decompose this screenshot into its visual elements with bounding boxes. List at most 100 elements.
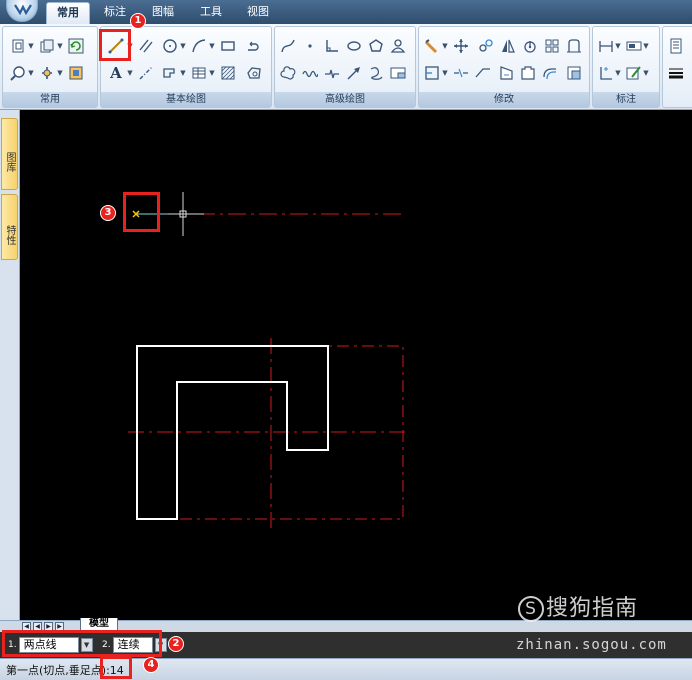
refresh-icon[interactable] xyxy=(67,37,85,55)
polyline-tool-icon[interactable] xyxy=(245,37,263,55)
ribbon-group-dimension: ▼ ▼ ▼ ▼ 标注 xyxy=(592,26,660,108)
dimension-style-dropdown-icon[interactable]: ▼ xyxy=(643,37,649,55)
trim-dropdown-icon[interactable]: ▼ xyxy=(442,64,448,82)
step-badge-4: 4 xyxy=(143,657,159,673)
circle-tool-dropdown-icon[interactable]: ▼ xyxy=(180,37,186,55)
arrow-tool-icon[interactable] xyxy=(345,64,363,82)
eraser-icon[interactable] xyxy=(423,37,441,55)
title-block-icon[interactable] xyxy=(389,64,407,82)
group-title-dimension: 标注 xyxy=(593,92,659,107)
properties-panel-label: 特性 xyxy=(4,225,15,245)
open-file-dropdown-icon[interactable]: ▼ xyxy=(57,37,63,55)
group-title-basic-drawing: 基本绘图 xyxy=(101,92,271,107)
linear-dimension-icon[interactable] xyxy=(597,37,615,55)
sogou-watermark: S 搜狗指南 xyxy=(518,590,638,622)
step-badge-1: 1 xyxy=(130,13,146,29)
fillet-icon[interactable] xyxy=(497,64,515,82)
app-logo-icon xyxy=(14,4,32,15)
ribbon-group-modify: ▼ ▼ 修改 xyxy=(418,26,590,108)
open-file-icon[interactable] xyxy=(38,37,56,55)
tab-sheet[interactable]: 图幅 xyxy=(142,2,184,24)
polygon-icon[interactable] xyxy=(367,37,385,55)
sogou-logo-icon: S xyxy=(518,596,544,622)
new-file-dropdown-icon[interactable]: ▼ xyxy=(28,37,34,55)
region-tool-icon[interactable] xyxy=(245,64,263,82)
highlight-start-point xyxy=(123,192,160,232)
arc-tool-icon[interactable] xyxy=(190,37,208,55)
app-logo[interactable] xyxy=(6,0,38,22)
drawing-canvas[interactable] xyxy=(20,110,692,620)
linear-dimension-dropdown-icon[interactable]: ▼ xyxy=(615,37,621,55)
trim-icon[interactable] xyxy=(423,64,441,82)
user-symbol-icon[interactable] xyxy=(389,37,407,55)
scale-icon[interactable] xyxy=(565,64,583,82)
ribbon-group-common: ▼ ▼ ▼ ▼ 常用 xyxy=(2,26,98,108)
highlight-command-options xyxy=(2,630,162,657)
table-tool-dropdown-icon[interactable]: ▼ xyxy=(209,64,215,82)
centerline-icon[interactable] xyxy=(137,64,155,82)
free-curve-icon[interactable] xyxy=(367,64,385,82)
line-weight-icon[interactable] xyxy=(667,64,685,82)
watermark-url: zhinan.sogou.com xyxy=(516,637,667,653)
layer-icon[interactable] xyxy=(67,64,85,82)
step-badge-2: 2 xyxy=(168,636,184,652)
eraser-dropdown-icon[interactable]: ▼ xyxy=(442,37,448,55)
move-icon[interactable] xyxy=(452,37,470,55)
text-edit-dropdown-icon[interactable]: ▼ xyxy=(643,64,649,82)
group-title-modify: 修改 xyxy=(419,92,589,107)
coordinate-dimension-dropdown-icon[interactable]: ▼ xyxy=(615,64,621,82)
polygon-corner-icon[interactable] xyxy=(323,37,341,55)
break-icon[interactable] xyxy=(452,64,470,82)
group-title-advanced-drawing: 高级绘图 xyxy=(275,92,415,107)
text-edit-icon[interactable] xyxy=(625,64,643,82)
new-file-icon[interactable] xyxy=(9,37,27,55)
text-tool-dropdown-icon[interactable]: ▼ xyxy=(127,64,133,82)
circle-tool-icon[interactable] xyxy=(161,37,179,55)
pan-icon[interactable] xyxy=(38,64,56,82)
mirror-icon[interactable] xyxy=(499,37,517,55)
ribbon-group-properties xyxy=(662,26,692,108)
chamfer-icon[interactable] xyxy=(519,64,537,82)
properties-panel-tab[interactable]: 特性 xyxy=(1,194,18,260)
ribbon-tab-bar: 常用 标注 图幅 工具 视图 xyxy=(0,0,692,24)
zoom-dropdown-icon[interactable]: ▼ xyxy=(28,64,34,82)
pan-dropdown-icon[interactable]: ▼ xyxy=(57,64,63,82)
hatch-tool-icon[interactable] xyxy=(219,64,237,82)
table-tool-icon[interactable] xyxy=(190,64,208,82)
extend-icon[interactable] xyxy=(474,64,492,82)
highlight-coordinate-input xyxy=(100,656,132,679)
dimension-style-icon[interactable] xyxy=(625,37,643,55)
left-side-panel: 图库 特性 xyxy=(0,110,20,620)
offset-icon[interactable] xyxy=(541,64,559,82)
arc-tool-dropdown-icon[interactable]: ▼ xyxy=(209,37,215,55)
coordinate-dimension-icon[interactable] xyxy=(597,64,615,82)
drawing-svg xyxy=(128,192,410,528)
array-icon[interactable] xyxy=(543,37,561,55)
stretch-icon[interactable] xyxy=(565,37,583,55)
ribbon-group-advanced-drawing: 高级绘图 xyxy=(274,26,416,108)
hatch-boundary-dropdown-icon[interactable]: ▼ xyxy=(180,64,186,82)
properties-icon[interactable] xyxy=(667,37,685,55)
rotate-icon[interactable] xyxy=(521,37,539,55)
wave-line-icon[interactable] xyxy=(301,64,319,82)
spline-icon[interactable] xyxy=(279,37,297,55)
text-tool-icon[interactable]: A xyxy=(107,64,125,82)
highlight-line-tool xyxy=(99,29,131,61)
parallel-line-icon[interactable] xyxy=(137,37,155,55)
library-panel-label: 图库 xyxy=(4,152,15,172)
ellipse-icon[interactable] xyxy=(345,37,363,55)
copy-icon[interactable] xyxy=(477,37,495,55)
break-line-icon[interactable] xyxy=(323,64,341,82)
tab-common[interactable]: 常用 xyxy=(46,2,90,24)
zoom-icon[interactable] xyxy=(9,64,27,82)
library-panel-tab[interactable]: 图库 xyxy=(1,118,18,190)
group-title-common: 常用 xyxy=(3,92,97,107)
step-badge-3: 3 xyxy=(100,205,116,221)
point-icon[interactable] xyxy=(301,37,319,55)
cloud-line-icon[interactable] xyxy=(279,64,297,82)
watermark-brand: 搜狗指南 xyxy=(546,596,639,621)
tab-view[interactable]: 视图 xyxy=(237,2,279,24)
rectangle-tool-icon[interactable] xyxy=(219,37,237,55)
hatch-boundary-icon[interactable] xyxy=(161,64,179,82)
tab-tools[interactable]: 工具 xyxy=(190,2,232,24)
